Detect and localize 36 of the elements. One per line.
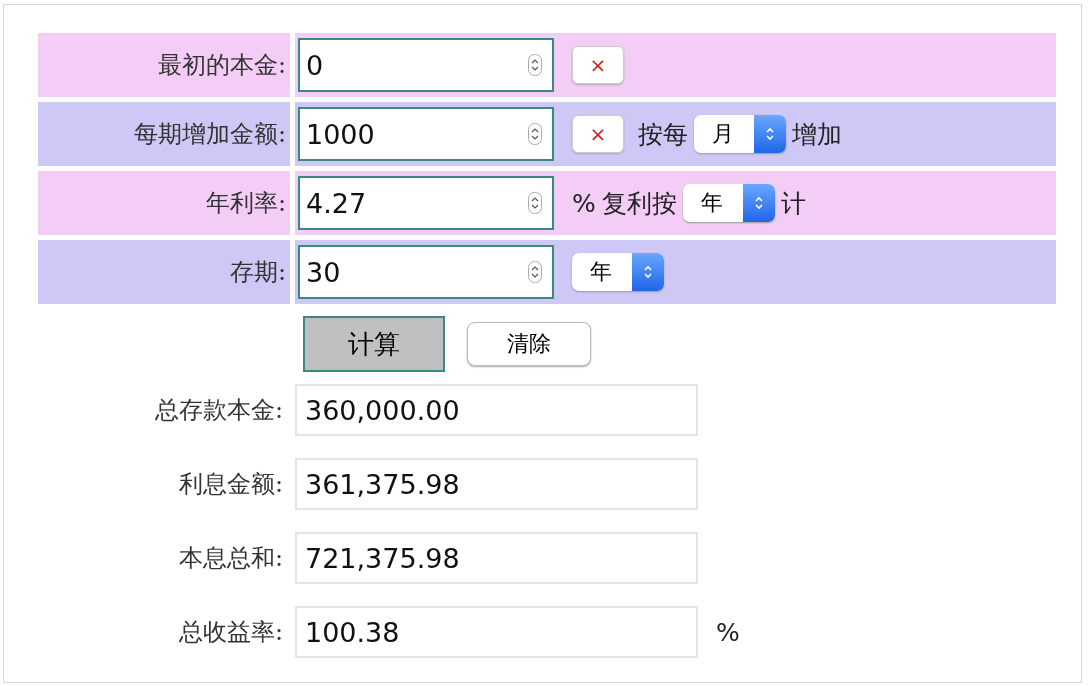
unit-text: % [572, 188, 596, 218]
spinner-icon[interactable] [528, 123, 542, 145]
unit-text: 复利按 [601, 187, 677, 220]
result-label: 总存款本金: [154, 395, 283, 426]
period-select[interactable]: 月 [694, 115, 786, 153]
spinner-icon[interactable] [528, 192, 542, 214]
field-label: 最初的本金: [157, 50, 286, 81]
result-field: 721,375.98 [295, 532, 698, 584]
result-field: 100.38 [295, 606, 698, 658]
result-label: 利息金额: [178, 469, 283, 500]
dropdown-icon [742, 184, 775, 222]
field-label: 年利率: [205, 188, 286, 219]
unit-text: 计 [780, 187, 806, 220]
dropdown-icon [632, 253, 664, 291]
spinner-icon[interactable] [528, 54, 542, 76]
period-select[interactable]: 年 [682, 184, 775, 222]
unit-text: 增加 [792, 118, 842, 151]
result-field: 361,375.98 [295, 458, 698, 510]
result-label: 总收益率: [178, 617, 283, 648]
unit-text: % [716, 617, 740, 647]
clear-button[interactable]: × [572, 115, 624, 153]
result-field: 360,000.00 [295, 384, 698, 436]
action-button[interactable]: 计算 [303, 316, 445, 372]
number-field[interactable]: 4.27 [298, 176, 554, 230]
action-button[interactable]: 清除 [467, 322, 591, 366]
number-field[interactable]: 0 [298, 38, 554, 92]
field-label: 每期增加金额: [133, 119, 286, 150]
spinner-icon[interactable] [528, 261, 542, 283]
clear-button[interactable]: × [572, 46, 624, 84]
dropdown-icon [754, 115, 786, 153]
number-field[interactable]: 1000 [298, 107, 554, 161]
result-label: 本息总和: [178, 543, 283, 574]
period-select[interactable]: 年 [572, 253, 664, 291]
unit-text: 按每 [638, 118, 688, 151]
field-label: 存期: [229, 257, 286, 288]
number-field[interactable]: 30 [298, 245, 554, 299]
